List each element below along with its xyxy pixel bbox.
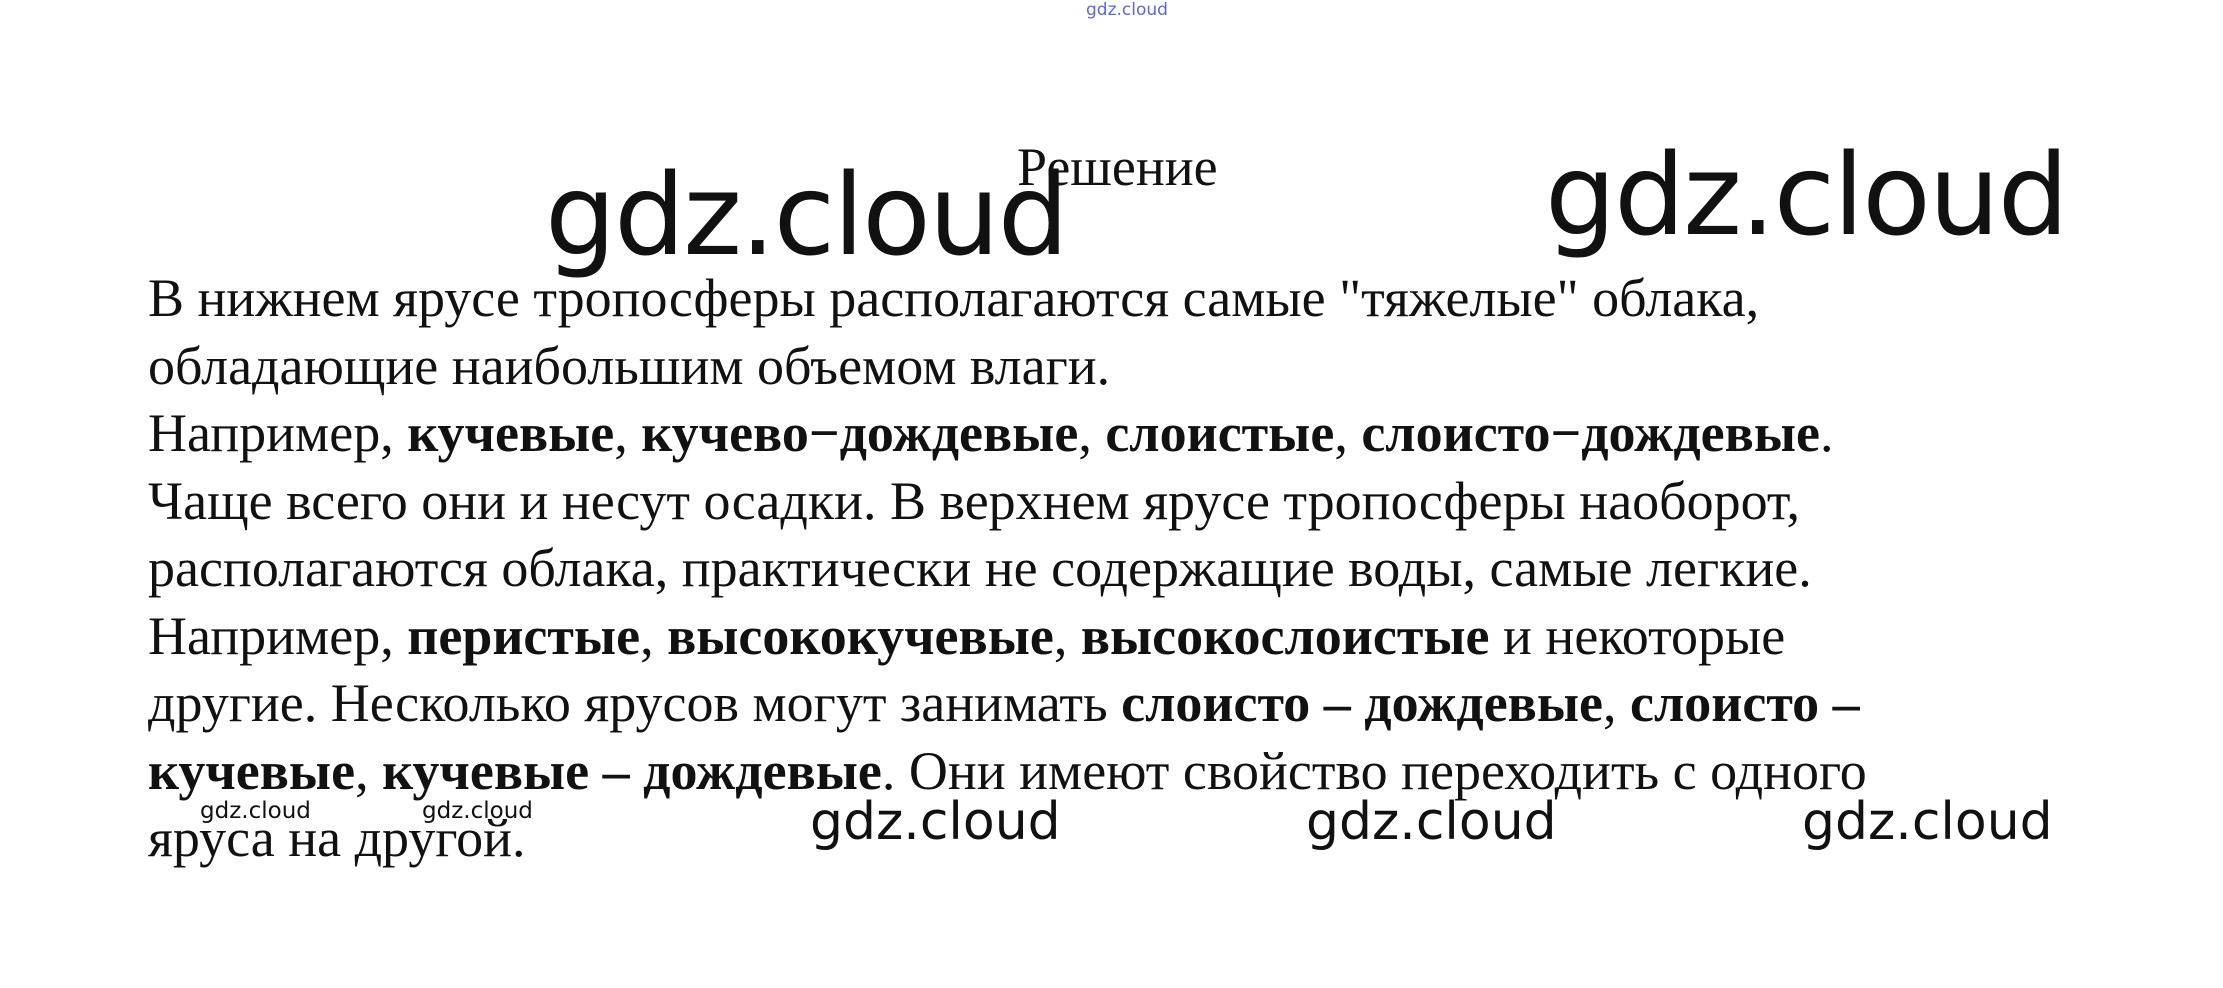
bold-term: кучевые <box>148 740 356 801</box>
text-segment: , <box>1078 403 1106 463</box>
bold-term: кучевые – дождевые <box>382 740 882 801</box>
text-segment: , <box>640 605 668 666</box>
text-segment: , <box>355 740 383 801</box>
text-segment: В нижнем ярусе тропосферы располагаются … <box>148 268 1760 328</box>
text-line: другие. Несколько ярусов могут занимать … <box>148 670 2078 738</box>
watermark-medium: gdz.cloud <box>1802 792 2053 852</box>
watermark-medium: gdz.cloud <box>1306 792 1557 852</box>
text-segment: Чаще всего они и несут осадки. В верхнем… <box>148 470 1800 531</box>
watermark-large-left: gdz.cloud <box>545 151 1069 281</box>
text-segment: располагаются облака, практически не сод… <box>148 538 1812 598</box>
bold-term: слоистые <box>1105 403 1335 463</box>
text-segment: обладающие наибольшим объемом влаги. <box>148 335 1111 396</box>
bold-term: слоисто – <box>1629 673 1860 733</box>
bold-term: кучевые <box>407 403 615 463</box>
bold-term: высокослоистые <box>1080 605 1490 666</box>
text-line: располагаются облака, практически не сод… <box>148 535 2078 603</box>
watermark-top: gdz.cloud <box>1086 0 1168 20</box>
text-line: кучевые, кучевые – дождевые. Они имеют с… <box>148 738 2078 806</box>
watermark-small: gdz.cloud <box>422 798 533 824</box>
bold-term: слоисто – дождевые <box>1121 673 1603 733</box>
text-segment: , <box>1602 673 1630 733</box>
text-segment: , <box>1053 605 1081 666</box>
text-segment: другие. Несколько ярусов могут занимать <box>148 673 1122 733</box>
text-line: обладающие наибольшим объемом влаги. <box>148 333 2078 401</box>
text-segment: , <box>614 403 642 463</box>
bold-term: слоисто−дождевые <box>1361 403 1820 463</box>
text-segment: . <box>1819 403 1834 463</box>
text-segment: Например, <box>148 605 408 666</box>
text-segment: , <box>1334 403 1362 463</box>
text-line: Например, перистые, высококучевые, высок… <box>148 603 2078 671</box>
watermark-medium: gdz.cloud <box>810 792 1061 852</box>
bold-term: высококучевые <box>667 605 1054 666</box>
text-segment: и некоторые <box>1489 605 1786 666</box>
watermark-large-right: gdz.cloud <box>1545 131 2069 261</box>
text-line: В нижнем ярусе тропосферы располагаются … <box>148 265 2078 333</box>
watermark-small: gdz.cloud <box>200 798 311 824</box>
text-segment: Например, <box>148 403 408 463</box>
page-title: Решение <box>1017 137 1218 197</box>
text-line: Например, кучевые, кучево−дождевые, слои… <box>148 400 2078 468</box>
solution-text: В нижнем ярусе тропосферы располагаются … <box>148 265 2078 873</box>
bold-term: кучево−дождевые <box>641 403 1079 463</box>
text-line: Чаще всего они и несут осадки. В верхнем… <box>148 468 2078 536</box>
bold-term: перистые <box>407 605 641 666</box>
